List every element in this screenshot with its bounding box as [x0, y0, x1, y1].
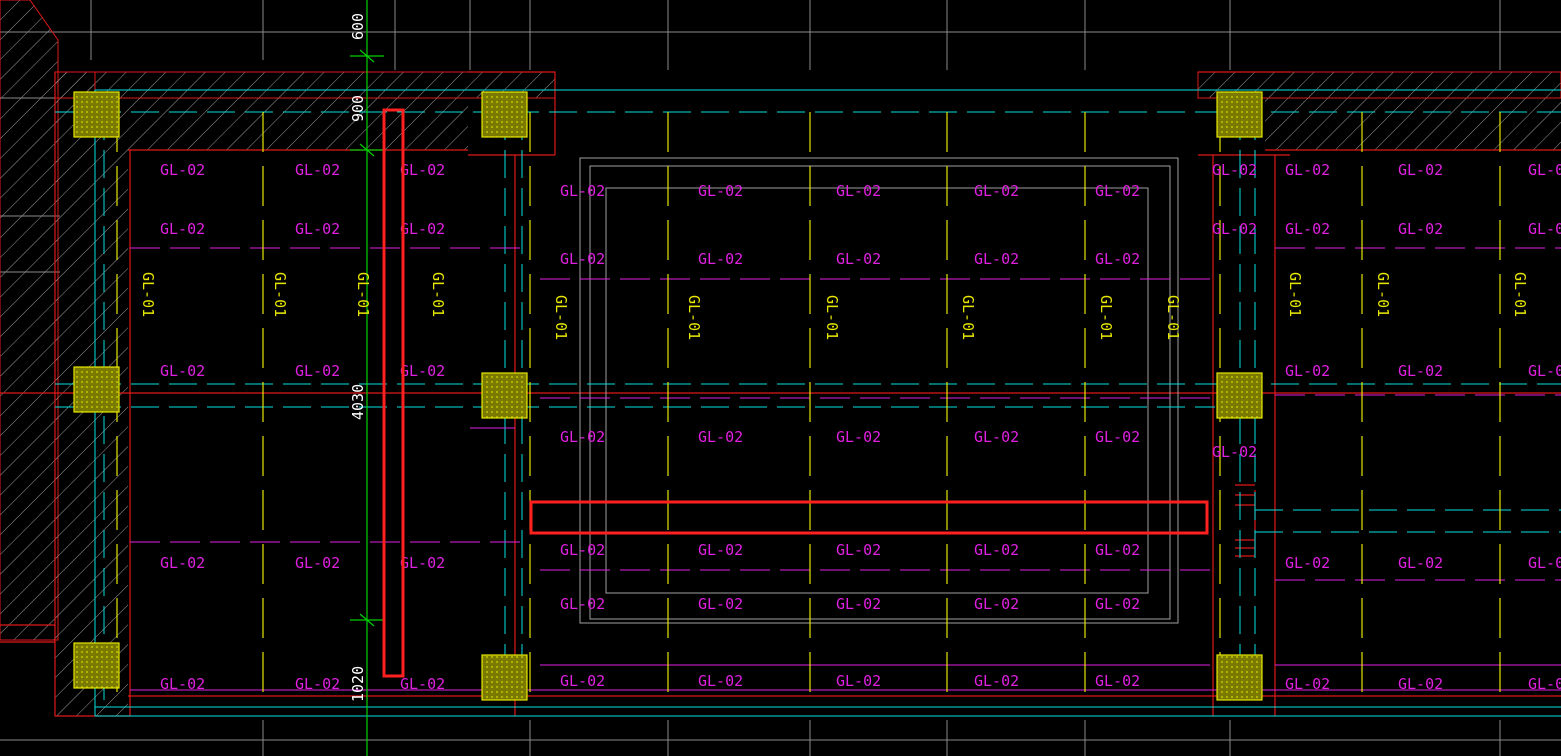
beam-label-gl02: GL-02 — [160, 161, 205, 179]
beam-label-gl02: GL-02 — [1095, 672, 1140, 690]
column-icon — [481, 654, 528, 701]
column-icon — [481, 91, 528, 138]
beam-label-gl01: GL-01 — [354, 272, 372, 317]
cad-drawing-canvas: 600 900 4030 1020 GL-02 GL-02 GL-02 GL-02 GL… — [0, 0, 1561, 756]
beam-label-gl02: GL-02 — [836, 595, 881, 613]
beam-label-gl02: GL-02 — [1095, 182, 1140, 200]
beam-label-gl02: GL-02 — [698, 182, 743, 200]
beam-label-gl02: GL-02 — [974, 595, 1019, 613]
beam-label-gl02: GL-02 — [160, 220, 205, 238]
beam-label-gl02: GL-02 — [698, 672, 743, 690]
beam-label-gl02: GL-02 — [295, 161, 340, 179]
highlight-horizontal-beam[interactable] — [529, 500, 1209, 535]
beam-label-gl02: GL-02 — [1212, 443, 1257, 461]
beam-label-gl02: GL-02 — [1528, 220, 1561, 238]
beam-label-gl02: GL-02 — [1528, 554, 1561, 572]
beam-label-gl02: GL-02 — [836, 428, 881, 446]
beam-label-gl02: GL-02 — [1095, 541, 1140, 559]
dimension-4030: 4030 — [349, 384, 367, 420]
beam-label-gl02: GL-02 — [160, 362, 205, 380]
beam-label-gl02: GL-02 — [1212, 220, 1257, 238]
beam-label-gl02: GL-02 — [1285, 220, 1330, 238]
column-icon — [1216, 654, 1263, 701]
beam-label-gl02: GL-02 — [1095, 250, 1140, 268]
gl01-labels-group: GL-01 GL-01 GL-01 GL-01 GL-01 GL-01 GL-01 GL-01… — [139, 272, 1529, 340]
beam-label-gl02: GL-02 — [400, 220, 445, 238]
column-icon — [73, 642, 120, 689]
dimension-labels: 600 900 4030 1020 — [349, 13, 367, 702]
beam-label-gl02: GL-02 — [1398, 220, 1443, 238]
beam-label-gl02: GL-02 — [1095, 595, 1140, 613]
beam-label-gl02: GL-02 — [698, 250, 743, 268]
beam-label-gl02: GL-02 — [295, 675, 340, 693]
cyan-axis-lines — [55, 89, 1561, 717]
column-icon — [73, 91, 120, 138]
beam-label-gl02: GL-02 — [1398, 161, 1443, 179]
beam-label-gl02: GL-02 — [1398, 675, 1443, 693]
beam-label-gl02: GL-02 — [1095, 428, 1140, 446]
yellow-beam-lines — [116, 112, 1501, 700]
beam-label-gl02: GL-02 — [295, 220, 340, 238]
beam-label-gl02: GL-02 — [160, 675, 205, 693]
beam-label-gl01: GL-01 — [685, 295, 703, 340]
beam-label-gl02: GL-02 — [836, 182, 881, 200]
beam-label-gl02: GL-02 — [836, 541, 881, 559]
beam-label-gl02: GL-02 — [400, 554, 445, 572]
beam-label-gl01: GL-01 — [1286, 272, 1304, 317]
beam-label-gl02: GL-02 — [560, 595, 605, 613]
column-icon — [481, 372, 528, 419]
beam-label-gl02: GL-02 — [836, 672, 881, 690]
beam-label-gl02: GL-02 — [974, 672, 1019, 690]
beam-label-gl02: GL-02 — [1398, 554, 1443, 572]
beam-label-gl01: GL-01 — [429, 272, 447, 317]
beam-label-gl01: GL-01 — [139, 272, 157, 317]
gl02-labels-group: GL-02 GL-02 GL-02 GL-02 GL-02 GL-02 GL-02 GL-02… — [160, 161, 1561, 693]
beam-label-gl02: GL-02 — [974, 428, 1019, 446]
beam-label-gl02: GL-02 — [1285, 554, 1330, 572]
beam-label-gl01: GL-01 — [1097, 295, 1115, 340]
beam-label-gl01: GL-01 — [1374, 272, 1392, 317]
outer-hatched-wall — [0, 0, 1561, 717]
column-icon — [73, 366, 120, 413]
dimension-1020: 1020 — [349, 666, 367, 702]
beam-label-gl01: GL-01 — [552, 295, 570, 340]
dimension-900: 900 — [349, 95, 367, 122]
beam-label-gl02: GL-02 — [160, 554, 205, 572]
beam-label-gl02: GL-02 — [698, 541, 743, 559]
beam-label-gl02: GL-02 — [295, 554, 340, 572]
beam-label-gl01: GL-01 — [1511, 272, 1529, 317]
beam-label-gl02: GL-02 — [1285, 161, 1330, 179]
beam-label-gl01: GL-01 — [823, 295, 841, 340]
beam-label-gl02: GL-02 — [295, 362, 340, 380]
beam-label-gl02: GL-02 — [974, 250, 1019, 268]
beam-label-gl02: GL-02 — [974, 182, 1019, 200]
column-icon — [1216, 91, 1263, 138]
beam-label-gl02: GL-02 — [560, 541, 605, 559]
beam-label-gl02: GL-02 — [560, 428, 605, 446]
beam-label-gl02: GL-02 — [698, 428, 743, 446]
beam-label-gl02: GL-02 — [1212, 161, 1257, 179]
beam-label-gl02: GL-02 — [1528, 161, 1561, 179]
beam-label-gl01: GL-01 — [959, 295, 977, 340]
beam-label-gl01: GL-01 — [1164, 295, 1182, 340]
beam-label-gl02: GL-02 — [400, 161, 445, 179]
beam-label-gl01: GL-01 — [271, 272, 289, 317]
beam-label-gl02: GL-02 — [698, 595, 743, 613]
beam-label-gl02: GL-02 — [560, 182, 605, 200]
beam-label-gl02: GL-02 — [1398, 362, 1443, 380]
beam-label-gl02: GL-02 — [1285, 675, 1330, 693]
beam-label-gl02: GL-02 — [1285, 362, 1330, 380]
beam-label-gl02: GL-02 — [974, 541, 1019, 559]
beam-label-gl02: GL-02 — [1528, 362, 1561, 380]
beam-label-gl02: GL-02 — [1528, 675, 1561, 693]
beam-label-gl02: GL-02 — [400, 362, 445, 380]
column-icon — [1216, 372, 1263, 419]
beam-label-gl02: GL-02 — [560, 672, 605, 690]
beam-label-gl02: GL-02 — [560, 250, 605, 268]
beam-label-gl02: GL-02 — [400, 675, 445, 693]
dimension-600: 600 — [349, 13, 367, 40]
beam-label-gl02: GL-02 — [836, 250, 881, 268]
magenta-beam-axes — [130, 247, 1561, 691]
